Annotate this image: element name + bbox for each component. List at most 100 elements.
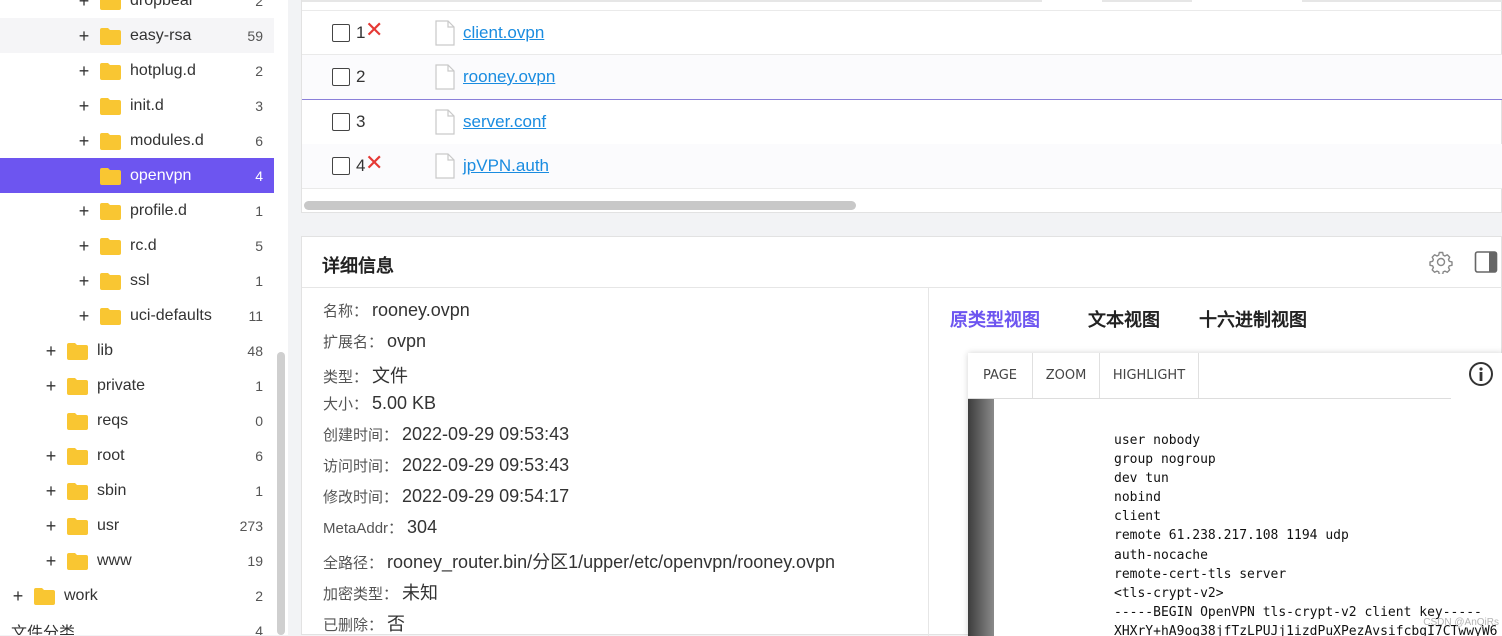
- tree-item-label: profile.d: [130, 201, 187, 219]
- viewer-page-gutter: [968, 399, 994, 636]
- tree-item-modules.d[interactable]: + modules.d 6: [0, 123, 274, 158]
- file-row[interactable]: 1 ✕ client.ovpn: [302, 10, 1502, 55]
- row-checkbox[interactable]: [332, 157, 350, 175]
- tree-item-reqs[interactable]: reqs 0: [0, 403, 274, 438]
- file-name-link[interactable]: client.ovpn: [463, 23, 544, 43]
- expand-icon[interactable]: +: [77, 132, 91, 150]
- property-value: 2022-09-29 09:53:43: [402, 424, 570, 444]
- tab-native-view[interactable]: 原类型视图: [950, 306, 1040, 332]
- sidebar-toggle-icon[interactable]: [1474, 250, 1498, 279]
- gear-icon[interactable]: [1429, 250, 1453, 279]
- expand-icon[interactable]: +: [44, 517, 58, 535]
- file-row[interactable]: 2 rooney.ovpn: [302, 55, 1502, 100]
- tab-text-view[interactable]: 文本视图: [1088, 306, 1160, 332]
- tree-item-label: usr: [97, 516, 120, 534]
- expand-icon[interactable]: +: [77, 202, 91, 220]
- property-value: 2022-09-29 09:54:17: [402, 486, 570, 506]
- tree-item-profile.d[interactable]: + profile.d 1: [0, 193, 274, 228]
- property-value: rooney_router.bin/分区1/upper/etc/openvpn/…: [387, 552, 835, 572]
- tree-item-private[interactable]: + private 1: [0, 368, 274, 403]
- property-row: 扩展名： ovpn: [323, 331, 426, 352]
- property-row: 已删除：否: [323, 610, 405, 636]
- expand-icon[interactable]: +: [77, 237, 91, 255]
- tab-hex-view[interactable]: 十六进制视图: [1199, 306, 1307, 332]
- folder-icon: [100, 132, 121, 150]
- file-content-text: user nobody group nogroup dev tun nobind cli…: [1114, 431, 1498, 636]
- tree-item-rc.d[interactable]: + rc.d 5: [0, 228, 274, 263]
- page-button[interactable]: PAGE: [968, 353, 1033, 398]
- expand-icon[interactable]: +: [77, 272, 91, 290]
- folder-icon: [100, 272, 121, 290]
- zoom-button[interactable]: ZOOM: [1033, 353, 1100, 398]
- property-label: 名称：: [323, 303, 369, 320]
- tree-item-count: 2: [255, 62, 263, 79]
- expand-icon[interactable]: +: [44, 447, 58, 465]
- tree-item-root[interactable]: + root 6: [0, 438, 274, 473]
- tree-item-count: 11: [248, 307, 263, 324]
- folder-icon: [67, 517, 88, 535]
- expand-icon[interactable]: +: [11, 587, 25, 605]
- file-row[interactable]: 4 ✕ jpVPN.auth: [302, 144, 1502, 189]
- row-checkbox[interactable]: [332, 24, 350, 42]
- expand-icon[interactable]: +: [44, 342, 58, 360]
- expand-icon[interactable]: +: [77, 0, 91, 10]
- expand-icon[interactable]: +: [77, 97, 91, 115]
- row-checkbox[interactable]: [332, 113, 350, 131]
- content-line: remote 61.238.217.108 1194 udp: [1114, 528, 1349, 544]
- folder-icon: [100, 307, 121, 325]
- expand-icon[interactable]: +: [77, 307, 91, 325]
- property-value: 2022-09-29 09:53:43: [402, 455, 570, 475]
- directory-tree: + dropbear 2 + easy-rsa 59 + hotplug.d 2 + init.d 3…: [0, 0, 288, 635]
- folder-icon: [100, 237, 121, 255]
- tree-item-文件分类[interactable]: 文件分类 4: [0, 613, 274, 636]
- vertical-scrollbar[interactable]: [277, 352, 285, 635]
- tree-item-usr[interactable]: + usr 273: [0, 508, 274, 543]
- tree-item-work[interactable]: + work 2: [0, 578, 274, 613]
- property-label: 加密类型：: [323, 586, 399, 603]
- property-label: 已删除：: [323, 617, 384, 634]
- tree-item-www[interactable]: + www 19: [0, 543, 274, 578]
- tree-item-uci-defaults[interactable]: + uci-defaults 11: [0, 298, 274, 333]
- property-row: 名称： rooney.ovpn: [323, 300, 470, 321]
- tree-item-easy-rsa[interactable]: + easy-rsa 59: [0, 18, 274, 53]
- tree-item-ssl[interactable]: + ssl 1: [0, 263, 274, 298]
- tree-item-init.d[interactable]: + init.d 3: [0, 88, 274, 123]
- content-line: remote-cert-tls server: [1114, 566, 1287, 582]
- document-viewer: PAGE ZOOM HIGHLIGHT user nobody group nog…: [968, 353, 1502, 636]
- file-name-link[interactable]: rooney.ovpn: [463, 67, 555, 87]
- tree-item-hotplug.d[interactable]: + hotplug.d 2: [0, 53, 274, 88]
- file-name-link[interactable]: jpVPN.auth: [463, 156, 549, 176]
- tree-item-label: openvpn: [130, 166, 192, 184]
- row-checkbox[interactable]: [332, 68, 350, 86]
- header-divider: [1302, 0, 1502, 2]
- property-value: 未知: [402, 583, 439, 603]
- tree-item-lib[interactable]: + lib 48: [0, 333, 274, 368]
- tree-item-dropbear[interactable]: + dropbear 2: [0, 0, 274, 18]
- folder-icon: [67, 447, 88, 465]
- tree-item-label: hotplug.d: [130, 61, 196, 79]
- row-number: 2: [356, 67, 366, 86]
- header-divider: [1102, 0, 1192, 2]
- tree-item-count: 59: [247, 27, 263, 44]
- horizontal-scrollbar[interactable]: [304, 201, 856, 210]
- file-icon: [435, 64, 455, 95]
- tree-item-sbin[interactable]: + sbin 1: [0, 473, 274, 508]
- expand-icon[interactable]: +: [77, 27, 91, 45]
- expand-icon[interactable]: +: [77, 62, 91, 80]
- property-value: 文件: [372, 366, 409, 386]
- file-name-link[interactable]: server.conf: [463, 112, 546, 132]
- tree-item-openvpn[interactable]: openvpn 4: [0, 158, 274, 193]
- tree-item-count: 6: [255, 447, 263, 464]
- property-row: MetaAddr： 304: [323, 517, 437, 538]
- expand-icon[interactable]: +: [44, 552, 58, 570]
- info-icon[interactable]: [1468, 361, 1494, 387]
- tree-item-count: 4: [255, 167, 263, 184]
- highlight-button[interactable]: HIGHLIGHT: [1100, 353, 1199, 398]
- property-label: 修改时间：: [323, 489, 399, 506]
- file-row[interactable]: 3 server.conf: [302, 100, 1502, 145]
- content-line: nobind: [1114, 490, 1161, 506]
- expand-icon[interactable]: +: [44, 482, 58, 500]
- expand-icon[interactable]: +: [44, 377, 58, 395]
- folder-icon: [100, 97, 121, 115]
- tree-item-label: rc.d: [130, 236, 157, 254]
